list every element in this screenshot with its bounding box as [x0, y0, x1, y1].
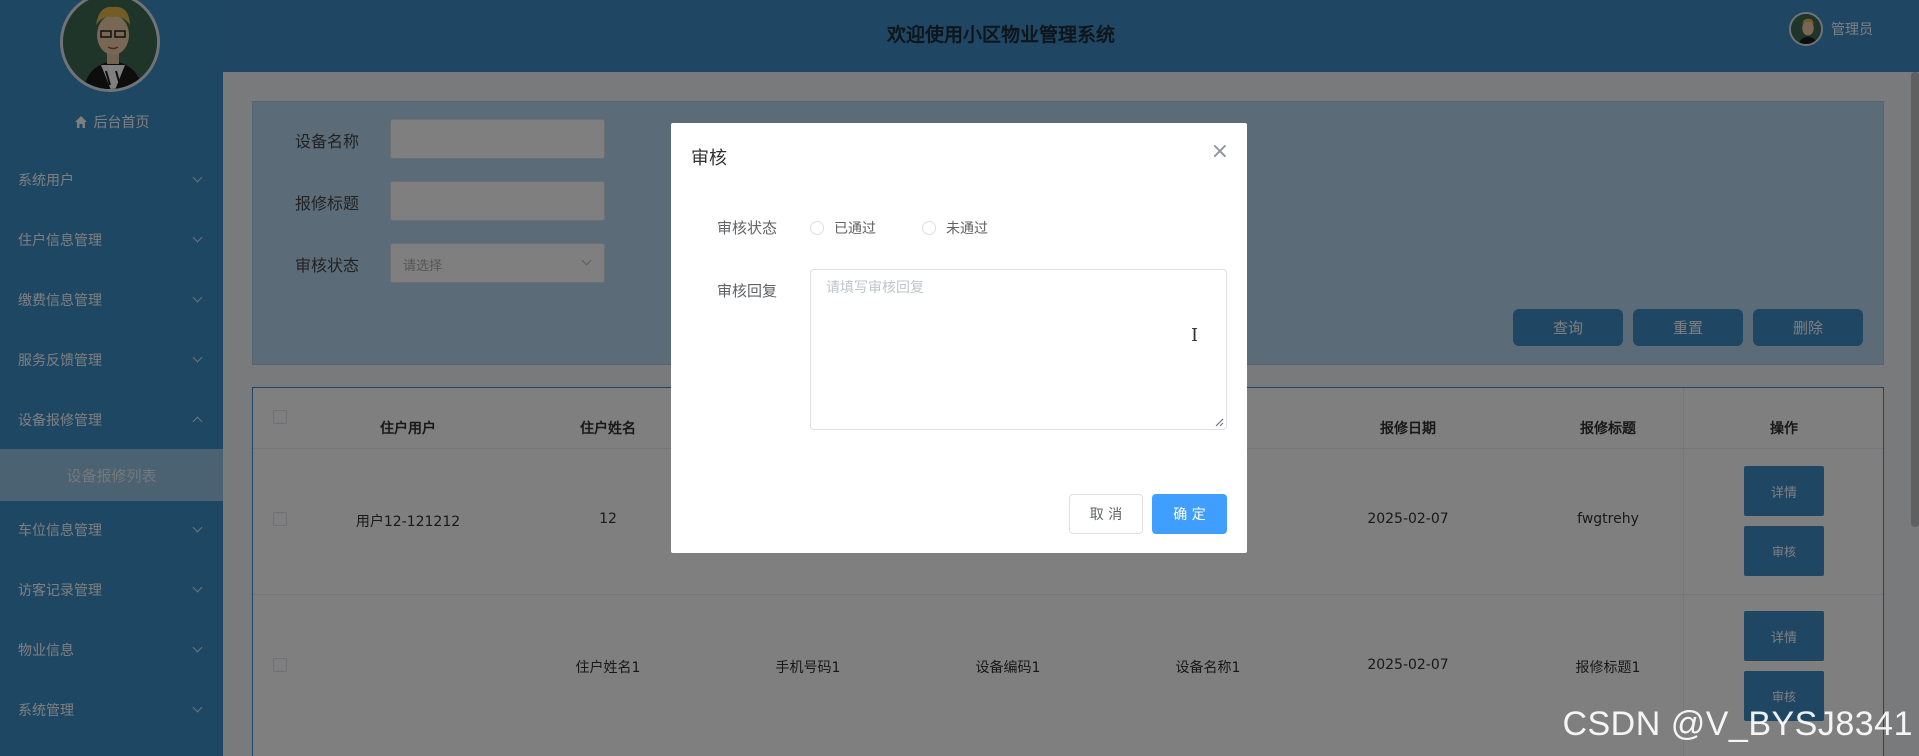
watermark: CSDN @V_BYSJ8341: [1562, 705, 1913, 743]
radio-passed[interactable]: 已通过: [810, 218, 876, 238]
radio-circle: [810, 221, 824, 235]
reply-label: 审核回复: [717, 282, 778, 300]
radio-label: 已通过: [834, 221, 876, 237]
audit-dialog: 审核 × 审核状态 已通过 未通过 审核回复 请填写审核回复 I 取 消 确 定: [671, 123, 1247, 553]
text-cursor-icon: I: [1191, 325, 1199, 346]
dialog-title: 审核: [691, 148, 727, 169]
close-icon[interactable]: ×: [1211, 139, 1229, 164]
cancel-button[interactable]: 取 消: [1069, 494, 1143, 534]
reply-textarea[interactable]: 请填写审核回复 I: [810, 269, 1227, 430]
reply-placeholder: 请填写审核回复: [826, 280, 924, 296]
confirm-button[interactable]: 确 定: [1152, 494, 1227, 534]
status-label: 审核状态: [717, 219, 778, 237]
radio-circle: [922, 221, 936, 235]
radio-rejected[interactable]: 未通过: [922, 218, 988, 238]
radio-label: 未通过: [946, 221, 988, 237]
resize-handle-icon[interactable]: [1214, 417, 1224, 427]
